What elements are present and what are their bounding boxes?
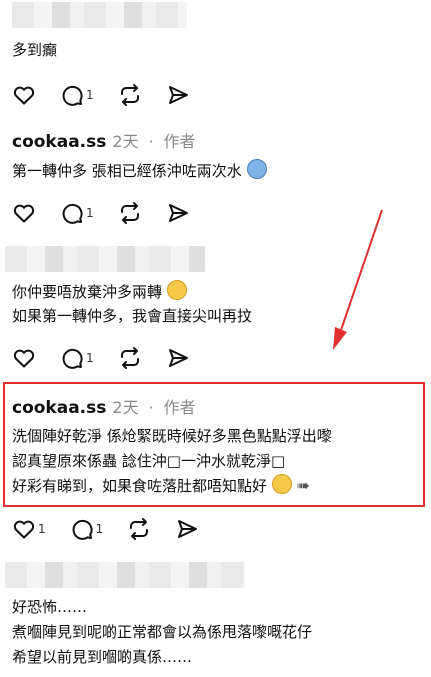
like-button[interactable] xyxy=(12,346,36,370)
like-count: 1 xyxy=(38,522,46,536)
username[interactable]: cookaa.ss xyxy=(12,132,106,152)
comment-line: 認真望原來係蟲 諗住沖□一沖水就乾淨□ xyxy=(12,452,286,470)
comment-line: 好恐怖…… xyxy=(12,598,88,616)
send-icon xyxy=(168,86,188,104)
speech-bubble-icon xyxy=(72,519,93,540)
surprised-face-emoji xyxy=(271,474,292,494)
send-icon xyxy=(168,204,188,222)
reply-button[interactable]: 1 xyxy=(60,201,94,225)
repost-button[interactable] xyxy=(118,201,142,225)
username[interactable]: cookaa.ss xyxy=(12,398,106,418)
author-tag: 作者 xyxy=(163,398,196,417)
repost-button[interactable] xyxy=(118,83,142,107)
speech-bubble-icon xyxy=(62,348,83,369)
comment-text: 好彩有睇到，如果食咗落肚都唔知點好 ➠ xyxy=(12,474,310,498)
comment-line: 如果第一轉仲多，我會直接尖叫再抆 xyxy=(12,307,253,325)
reply-count: 1 xyxy=(95,522,104,536)
comment-line: 希望以前見到嗰啲真係…… xyxy=(12,648,193,666)
reply-button[interactable]: 1 xyxy=(60,83,94,107)
comment-text: 你仲要唔放棄沖多兩轉 xyxy=(12,280,187,304)
share-button[interactable] xyxy=(166,201,190,225)
comment-line: 煮嗰陣見到呢啲正常都會以為係甩落嚟嘅花仔 xyxy=(12,623,313,641)
grinning-sweat-emoji xyxy=(166,280,187,300)
repost-button[interactable] xyxy=(127,517,151,541)
blurred-username xyxy=(5,562,245,588)
timestamp: 2天 xyxy=(112,398,139,417)
repost-icon xyxy=(120,347,139,369)
reply-button[interactable]: 1 xyxy=(70,517,104,541)
comment-line: 好彩有睇到，如果食咗落肚都唔知點好 xyxy=(12,477,268,495)
share-button[interactable] xyxy=(166,346,190,370)
action-bar: 1 xyxy=(12,345,214,371)
blurred-username xyxy=(12,2,187,28)
like-button[interactable] xyxy=(12,201,36,225)
author-tag: 作者 xyxy=(163,132,196,151)
blurred-username xyxy=(5,246,205,272)
comment-username[interactable]: cookaa.ss 2天 · 作者 xyxy=(12,394,196,418)
heart-icon xyxy=(13,520,35,539)
dash-away-emoji: ➠ xyxy=(296,476,310,495)
repost-icon xyxy=(130,518,149,540)
red-arrow-annotation xyxy=(333,209,383,350)
action-bar: 1 xyxy=(12,82,214,108)
reply-button[interactable]: 1 xyxy=(60,346,94,370)
speech-bubble-icon xyxy=(62,85,83,106)
action-bar: 1 1 xyxy=(12,516,223,542)
heart-icon xyxy=(13,86,35,105)
repost-icon xyxy=(120,202,139,224)
like-button[interactable] xyxy=(12,83,36,107)
reply-count: 1 xyxy=(86,88,94,102)
send-icon xyxy=(168,349,188,367)
like-button[interactable]: 1 xyxy=(12,517,46,541)
comment-username[interactable]: cookaa.ss 2天 · 作者 xyxy=(12,128,196,152)
action-bar: 1 xyxy=(12,200,214,226)
share-button[interactable] xyxy=(166,83,190,107)
comment-line: 第一轉仲多 張相已經係沖咗兩次水 xyxy=(12,162,242,180)
speech-bubble-icon xyxy=(62,203,83,224)
timestamp: 2天 xyxy=(112,132,139,151)
cold-face-emoji xyxy=(246,159,267,179)
separator: · xyxy=(148,132,154,151)
send-icon xyxy=(178,520,198,538)
repost-button[interactable] xyxy=(118,346,142,370)
comment-line: 你仲要唔放棄沖多兩轉 xyxy=(12,283,163,301)
comment-text: 第一轉仲多 張相已經係沖咗兩次水 xyxy=(12,159,267,183)
comment-line: 洗個陣好乾淨 係炝緊既時候好多黑色點點浮出嚟 xyxy=(12,427,332,445)
share-button[interactable] xyxy=(175,517,199,541)
comment-text: 多到癲 xyxy=(12,41,58,59)
repost-icon xyxy=(120,84,139,106)
heart-icon xyxy=(13,349,35,368)
reply-count: 1 xyxy=(86,206,94,220)
heart-icon xyxy=(13,204,35,223)
reply-count: 1 xyxy=(86,351,94,365)
separator: · xyxy=(148,398,154,417)
